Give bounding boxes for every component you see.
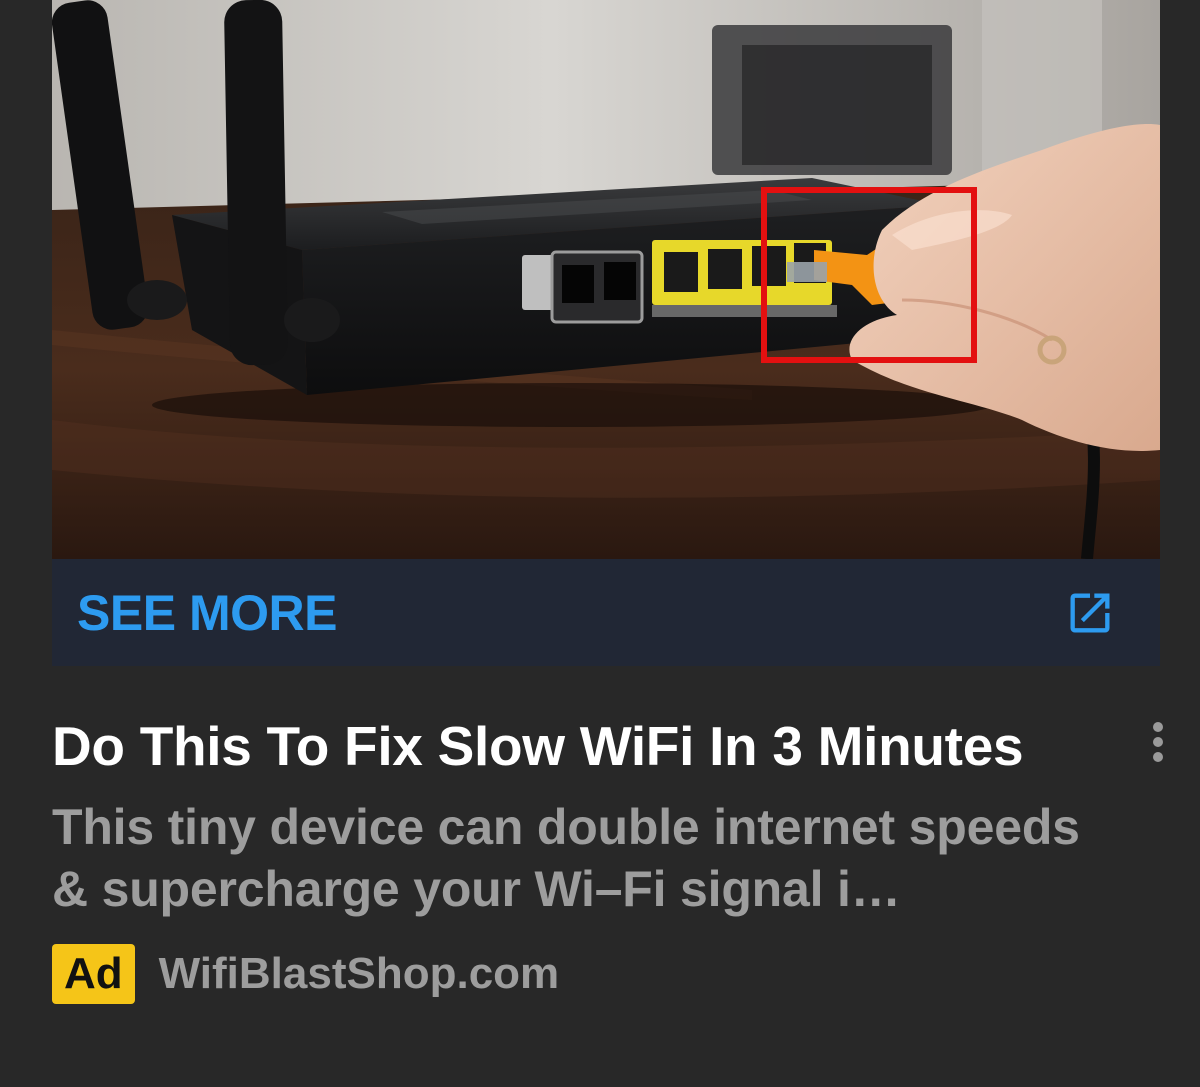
more-vert-icon[interactable] xyxy=(1150,722,1166,770)
see-more-label: SEE MORE xyxy=(77,584,337,641)
ad-hero-image[interactable] xyxy=(52,0,1160,559)
ad-badge: Ad xyxy=(52,944,135,1004)
source-row: Ad WifiBlastShop.com xyxy=(52,942,1160,1006)
headline-row: Do This To Fix Slow WiFi In 3 Minutes xyxy=(52,706,1163,786)
ad-card[interactable]: SEE MORE Do This To Fix Slow WiFi In 3 M… xyxy=(52,0,1163,1006)
source-domain-link[interactable]: WifiBlastShop.com xyxy=(159,949,560,999)
ad-description: This tiny device can double internet spe… xyxy=(52,799,1080,917)
open-in-new-icon xyxy=(1070,593,1110,632)
ad-headline[interactable]: Do This To Fix Slow WiFi In 3 Minutes xyxy=(52,706,1160,786)
see-more-button[interactable]: SEE MORE xyxy=(52,559,1160,666)
